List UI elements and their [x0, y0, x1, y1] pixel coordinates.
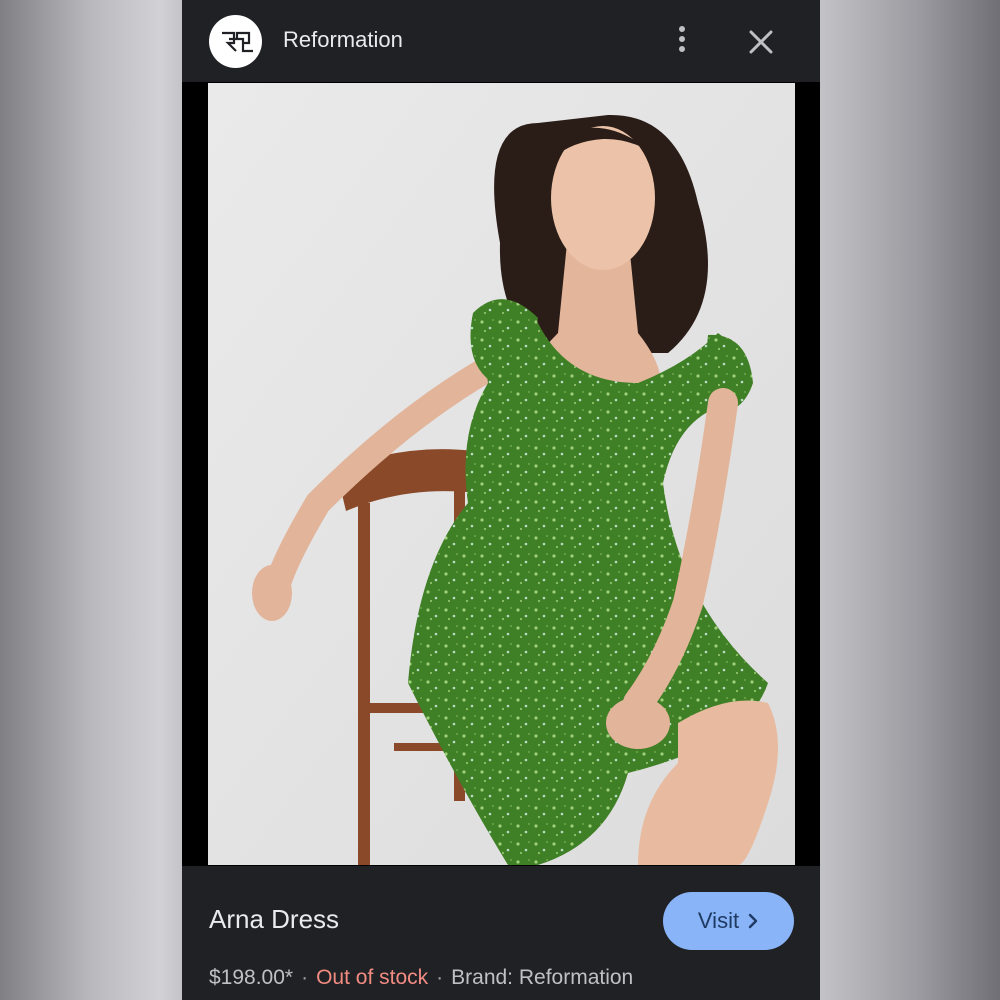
- lens-result-panel: Reformation Arna Dress Visit $198.00* · …: [182, 0, 820, 1000]
- visit-button[interactable]: Visit: [663, 892, 794, 950]
- product-meta: $198.00* · Out of stock · Brand: Reformation: [209, 966, 633, 990]
- separator: ·: [301, 966, 309, 989]
- product-image[interactable]: [208, 83, 795, 865]
- chevron-right-icon: [748, 913, 758, 929]
- separator: ·: [436, 966, 444, 989]
- site-logo[interactable]: [209, 15, 262, 68]
- close-icon[interactable]: [746, 27, 776, 57]
- visit-label: Visit: [697, 908, 740, 933]
- reformation-logo-icon: [221, 31, 253, 52]
- top-bar: Reformation: [182, 0, 820, 82]
- site-name[interactable]: Reformation: [283, 27, 403, 53]
- image-frame: [182, 82, 820, 866]
- brand-label: Brand: Reformation: [451, 966, 634, 989]
- more-vertical-icon[interactable]: [672, 26, 692, 56]
- product-price: $198.00*: [209, 966, 294, 989]
- stock-status: Out of stock: [316, 966, 429, 989]
- product-info-bar: Arna Dress Visit $198.00* · Out of stock · B…: [182, 866, 820, 1000]
- product-title[interactable]: Arna Dress: [209, 904, 339, 935]
